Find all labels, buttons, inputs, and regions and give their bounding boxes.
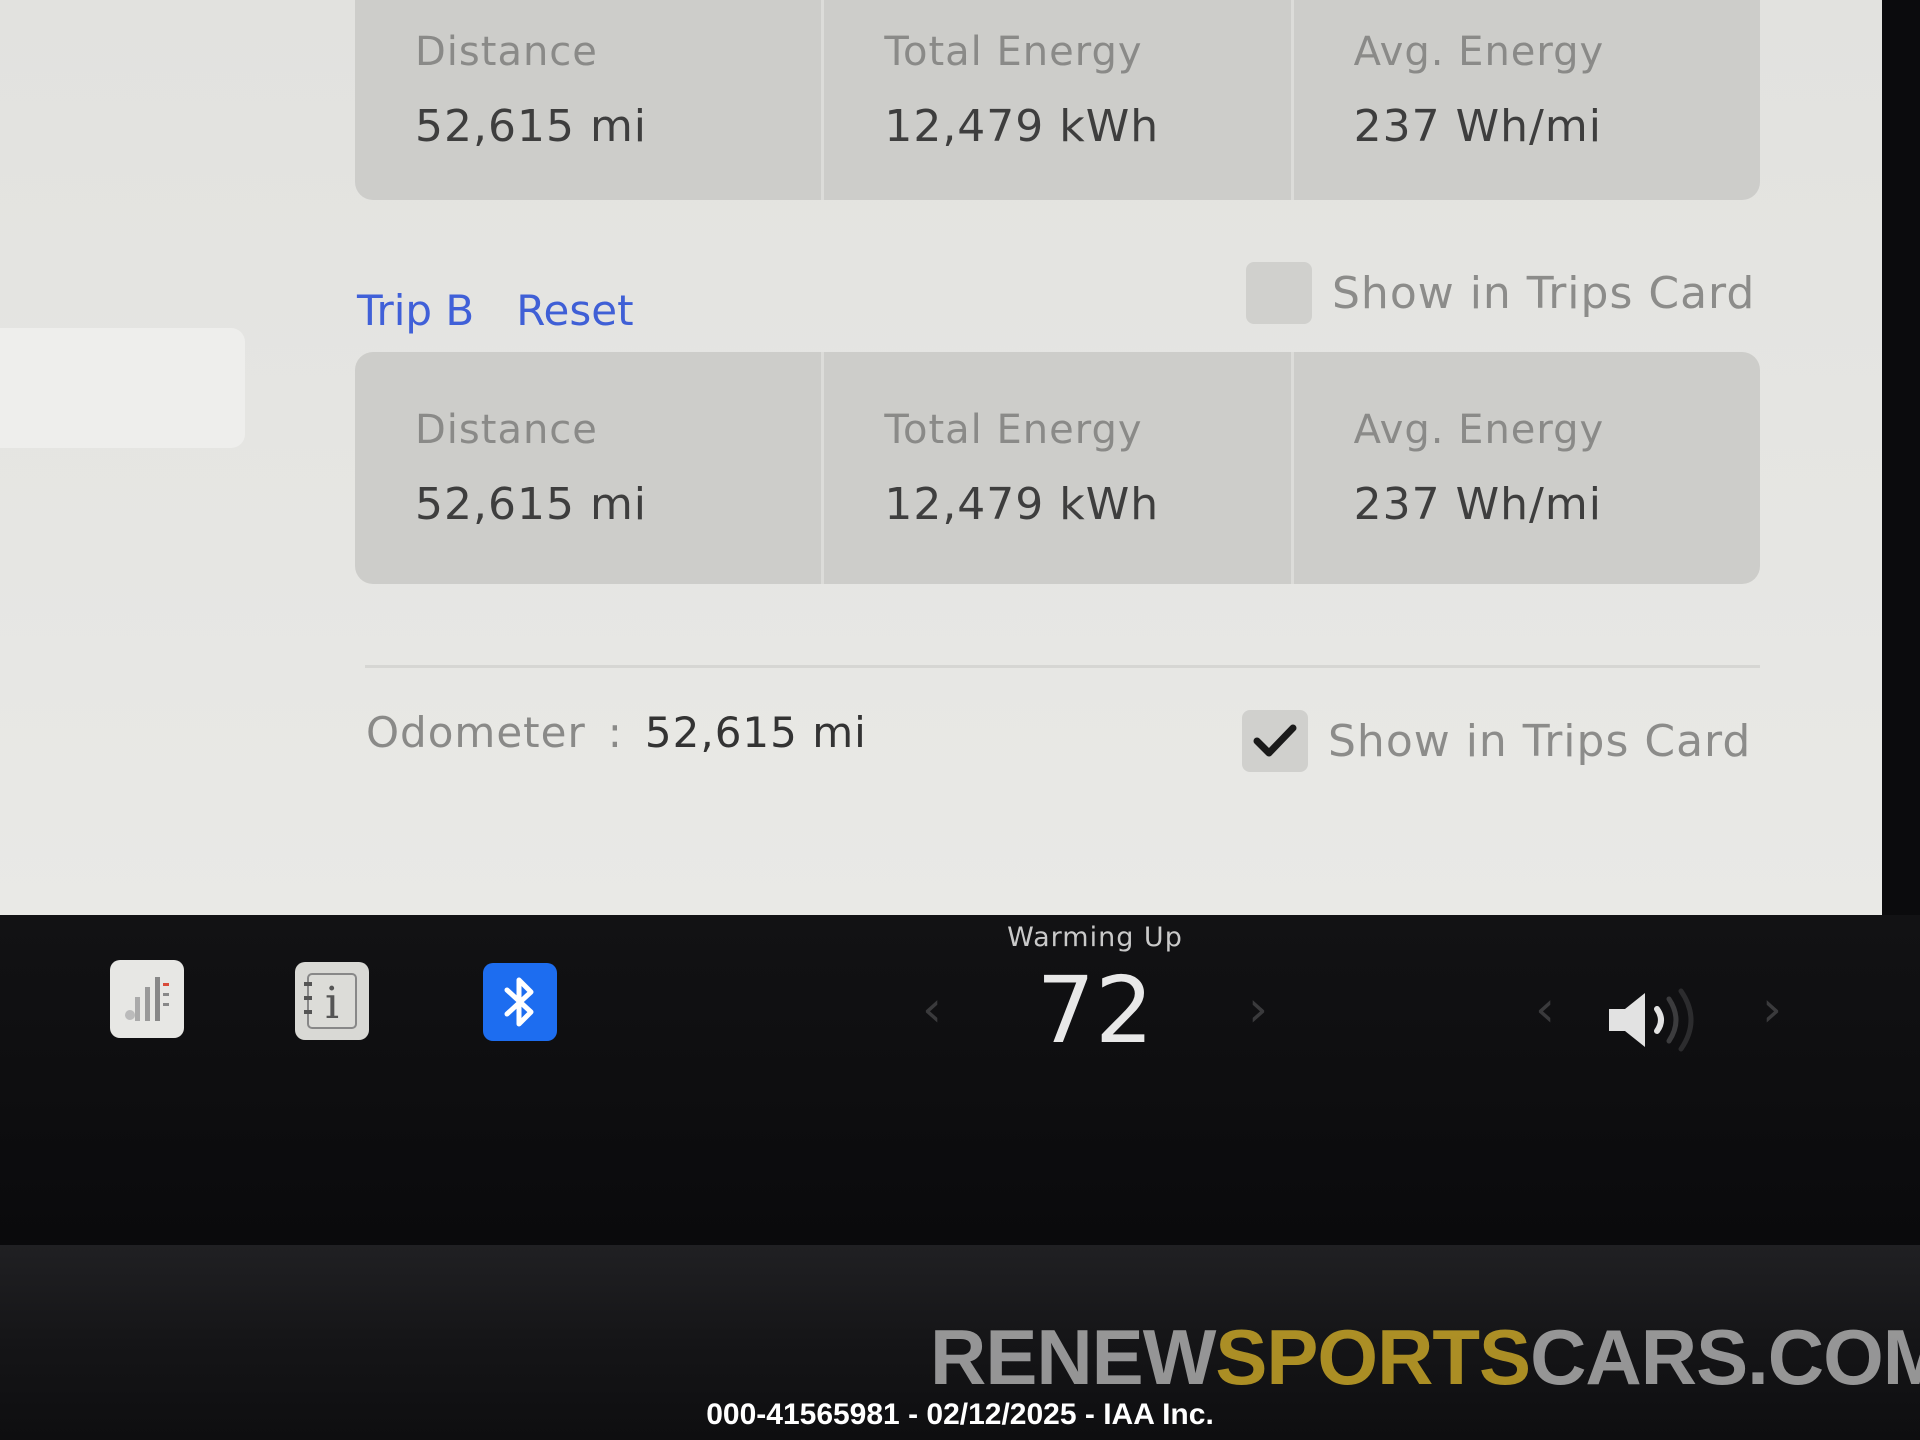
- trip-a-distance-label: Distance: [415, 29, 598, 75]
- cabin-temperature: 72: [1036, 957, 1154, 1064]
- trip-b-title: Trip B: [357, 285, 475, 335]
- trip-b-total-energy: Total Energy 12,479 kWh: [824, 352, 1294, 584]
- odometer-row: Odometer : 52,615 mi: [366, 708, 867, 757]
- trip-a-distance: Distance 52,615 mi: [355, 0, 825, 200]
- photo-caption: 000-41565981 - 02/12/2025 - IAA Inc.: [706, 1398, 1214, 1431]
- trip-b-avg-energy: Avg. Energy 237 Wh/mi: [1294, 352, 1760, 584]
- odometer-value: 52,615 mi: [644, 708, 867, 757]
- odometer-show-in-trips-row[interactable]: Show in Trips Card: [1242, 710, 1751, 772]
- trip-b-reset-button[interactable]: Reset: [516, 286, 633, 335]
- trip-b-avg-energy-label: Avg. Energy: [1353, 406, 1605, 453]
- odometer-show-in-trips-checkbox[interactable]: [1242, 710, 1308, 772]
- trip-b-distance-label: Distance: [415, 406, 598, 453]
- trip-a-total-energy-label: Total Energy: [884, 29, 1143, 75]
- checkmark-icon: [1253, 724, 1297, 757]
- trip-a-avg-energy-value: 237 Wh/mi: [1353, 101, 1602, 152]
- watermark-logo: RENEWSPORTSCARS.COM: [930, 1313, 1920, 1401]
- odometer-separator: :: [607, 708, 623, 757]
- trip-b-avg-energy-value: 237 Wh/mi: [1353, 478, 1602, 530]
- trip-a-total-energy: Total Energy 12,479 kWh: [824, 0, 1294, 200]
- trip-b-distance-value: 52,615 mi: [415, 478, 648, 530]
- volume-down-chevron-icon[interactable]: ‹: [1535, 980, 1555, 1038]
- odometer-show-in-trips-label: Show in Trips Card: [1328, 715, 1752, 767]
- trip-a-avg-energy-label: Avg. Energy: [1353, 29, 1605, 75]
- climate-control[interactable]: Warming Up 72: [900, 922, 1290, 1061]
- trip-b-distance: Distance 52,615 mi: [355, 352, 825, 584]
- svg-text:i: i: [325, 978, 339, 1029]
- section-divider: [365, 665, 1760, 668]
- energy-app-icon[interactable]: [110, 960, 184, 1038]
- trip-b-total-energy-label: Total Energy: [884, 406, 1143, 453]
- trips-screen: Distance 52,615 mi Total Energy 12,479 k…: [0, 0, 1882, 915]
- trip-b-header: Trip B Reset: [357, 280, 634, 340]
- bluetooth-icon[interactable]: [483, 963, 557, 1041]
- sidebar-selected-tab[interactable]: [0, 328, 245, 448]
- trip-b-total-energy-value: 12,479 kWh: [884, 478, 1160, 530]
- trip-b-show-in-trips-checkbox[interactable]: [1246, 262, 1312, 324]
- trip-a-total-energy-value: 12,479 kWh: [884, 101, 1160, 152]
- odometer-label: Odometer: [366, 708, 586, 757]
- trip-b-stats-card: Distance 52,615 mi Total Energy 12,479 k…: [355, 352, 1760, 584]
- trip-a-avg-energy: Avg. Energy 237 Wh/mi: [1294, 0, 1760, 200]
- trip-a-distance-value: 52,615 mi: [415, 101, 648, 152]
- trip-b-show-in-trips-label: Show in Trips Card: [1332, 267, 1756, 319]
- climate-status: Warming Up: [1007, 922, 1183, 953]
- volume-up-chevron-icon[interactable]: ›: [1762, 980, 1782, 1038]
- speaker-volume-icon[interactable]: [1605, 985, 1715, 1059]
- manual-app-icon[interactable]: i: [295, 962, 369, 1040]
- temp-up-chevron-icon[interactable]: ›: [1248, 980, 1268, 1038]
- trip-a-stats-card: Distance 52,615 mi Total Energy 12,479 k…: [355, 0, 1760, 200]
- trip-b-show-in-trips-row[interactable]: Show in Trips Card: [1246, 262, 1755, 324]
